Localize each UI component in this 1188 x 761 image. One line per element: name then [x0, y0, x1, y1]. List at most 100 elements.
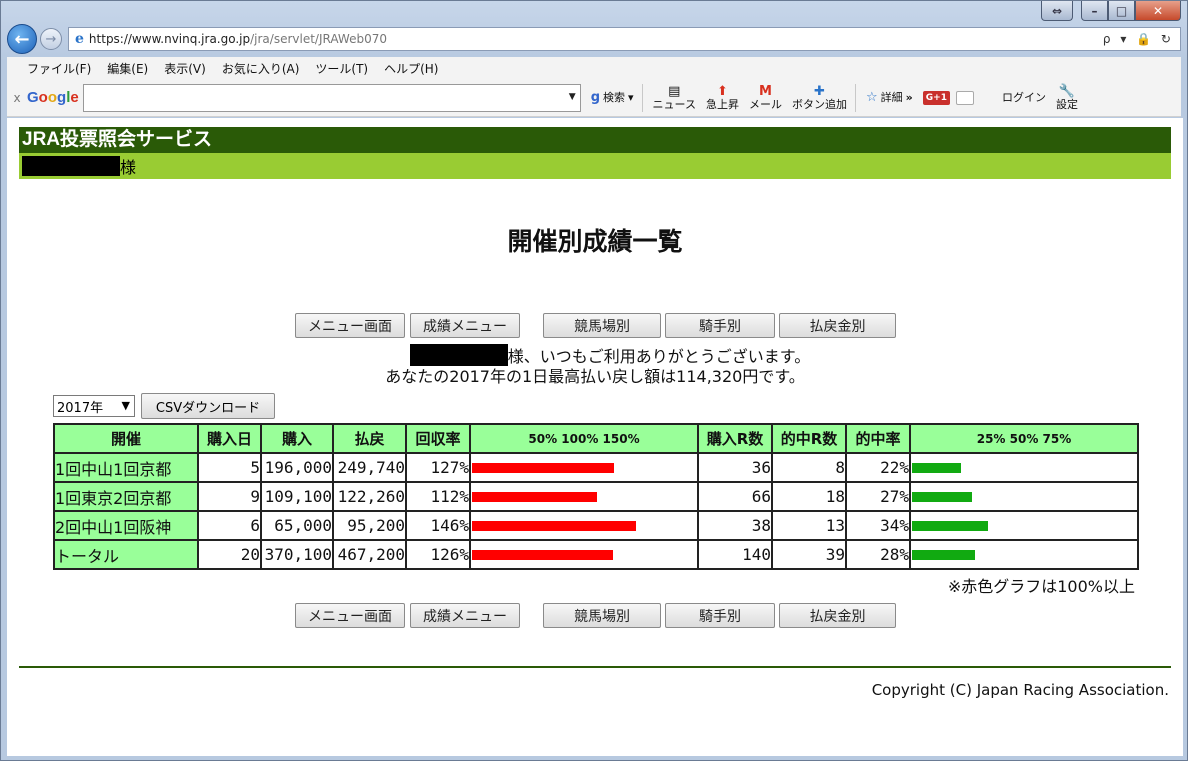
window-controls: ⇔ – □ ✕: [1041, 1, 1181, 21]
settings-button[interactable]: 🔧 設定: [1056, 83, 1078, 111]
col-races: 購入R数: [697, 423, 773, 454]
purchase-cell: 109,100: [260, 481, 334, 512]
chevron-down-icon[interactable]: ▼: [569, 92, 576, 102]
hit-bar-cell: [909, 510, 1139, 541]
gplus-icon: G+1: [922, 90, 950, 105]
by-payout-button[interactable]: 払戻金別: [779, 313, 896, 338]
table-row: 1回中山1回京都 5 196,000 249,740 127% 36 8 22%: [53, 452, 1139, 483]
recovery-bar: [472, 463, 614, 473]
venue-cell: 1回中山1回京都: [53, 452, 199, 483]
menu-tools[interactable]: ツール(T): [315, 60, 368, 77]
by-jockey-button[interactable]: 騎手別: [665, 313, 775, 338]
menu-help[interactable]: ヘルプ(H): [384, 60, 438, 77]
wrench-icon: 🔧: [1058, 83, 1076, 99]
hit-bar: [912, 550, 975, 560]
plus-icon: ✚: [814, 83, 825, 99]
login-link[interactable]: ログイン: [1002, 91, 1046, 104]
resize-icon[interactable]: ⇔: [1041, 1, 1073, 21]
menu-bar: ファイル(F) 編集(E) 表示(V) お気に入り(A) ツール(T) ヘルプ(…: [7, 57, 1181, 79]
minimize-icon[interactable]: –: [1081, 1, 1108, 21]
toolbar-close-icon[interactable]: x: [7, 91, 27, 105]
payout-cell: 122,260: [332, 481, 407, 512]
user-suffix: 様: [120, 158, 137, 177]
rising-button[interactable]: ⬆ 急上昇: [706, 83, 739, 111]
results-table: 開催 購入日 購入 払戻 回収率 50% 100% 150% 購入R数 的中R数…: [53, 423, 1139, 570]
menu-file[interactable]: ファイル(F): [27, 60, 91, 77]
maximize-icon[interactable]: □: [1108, 1, 1135, 21]
hit-rate-cell: 22%: [845, 452, 911, 483]
venue-cell: 2回中山1回阪神: [53, 510, 199, 541]
purchase-cell: 196,000: [260, 452, 334, 483]
col-recovery-graph: 50% 100% 150%: [469, 423, 699, 454]
greeting-message: 様、いつもご利用ありがとうございます。 あなたの2017年の1日最高払い戻し額は…: [7, 344, 1183, 387]
redacted-username: [409, 344, 508, 366]
back-arrow-icon[interactable]: ←: [7, 24, 37, 54]
menu-edit[interactable]: 編集(E): [107, 60, 148, 77]
year-select[interactable]: 2017年 ▼: [53, 395, 135, 417]
browser-window: ⇔ – □ ✕ ← → e https://www.nvinq.jra.go.j…: [0, 0, 1188, 761]
recovery-bar: [472, 521, 636, 531]
hits-cell: 8: [771, 452, 847, 483]
by-racecourse-button[interactable]: 競馬場別: [543, 603, 661, 628]
close-window-icon[interactable]: ✕: [1135, 1, 1181, 21]
greeting-text: 様、いつもご利用ありがとうございます。: [507, 347, 811, 366]
page-title: 開催別成績一覧: [507, 227, 683, 256]
address-bar[interactable]: e https://www.nvinq.jra.go.jp/jra/servle…: [68, 27, 1181, 51]
races-cell: 36: [697, 452, 773, 483]
toolbar-divider: [855, 83, 856, 112]
col-venue: 開催: [53, 423, 199, 454]
search-button[interactable]: g 検索 ▾: [590, 89, 634, 105]
col-hits: 的中R数: [771, 423, 847, 454]
hits-cell: 18: [771, 481, 847, 512]
google-logo: Google: [27, 89, 79, 106]
by-racecourse-button[interactable]: 競馬場別: [543, 313, 661, 338]
address-tools-icons[interactable]: ρ ▾ 🔒 ↻: [1103, 32, 1174, 46]
table-row-total: トータル 20 370,100 467,200 126% 140 39 28%: [53, 539, 1139, 570]
col-recovery: 回収率: [405, 423, 471, 454]
col-hit-rate: 的中率: [845, 423, 911, 454]
google-search-input[interactable]: ▼: [82, 83, 581, 112]
races-cell: 66: [697, 481, 773, 512]
hit-rate-cell: 34%: [845, 510, 911, 541]
recovery-bar-cell: [469, 539, 699, 570]
by-jockey-button[interactable]: 騎手別: [665, 603, 775, 628]
gplus-button[interactable]: G+1: [922, 90, 974, 105]
menu-screen-button[interactable]: メニュー画面: [295, 313, 405, 338]
recovery-bar-cell: [469, 510, 699, 541]
races-cell: 38: [697, 510, 773, 541]
col-payout: 払戻: [332, 423, 407, 454]
by-payout-button[interactable]: 払戻金別: [779, 603, 896, 628]
recovery-cell: 126%: [405, 539, 471, 570]
col-hit-graph: 25% 50% 75%: [909, 423, 1139, 454]
results-menu-button[interactable]: 成績メニュー: [410, 603, 520, 628]
recovery-bar-cell: [469, 481, 699, 512]
google-g-icon: g: [590, 89, 601, 105]
forward-arrow-icon[interactable]: →: [40, 28, 62, 50]
hits-cell: 39: [771, 539, 847, 570]
newspaper-icon: ▤: [668, 83, 681, 99]
payout-cell: 249,740: [332, 452, 407, 483]
mail-button[interactable]: M メール: [749, 83, 782, 111]
toggle-box[interactable]: [955, 90, 974, 105]
gmail-icon: M: [759, 83, 772, 99]
hits-cell: 13: [771, 510, 847, 541]
csv-download-button[interactable]: CSVダウンロード: [141, 393, 275, 419]
hit-rate-cell: 27%: [845, 481, 911, 512]
details-button[interactable]: ☆ 詳細 »: [866, 89, 913, 105]
hit-bar-cell: [909, 481, 1139, 512]
recovery-cell: 112%: [405, 481, 471, 512]
copyright: Copyright (C) Japan Racing Association.: [871, 681, 1169, 699]
add-button-button[interactable]: ✚ ボタン追加: [792, 83, 847, 111]
menu-screen-button[interactable]: メニュー画面: [295, 603, 405, 628]
menu-view[interactable]: 表示(V): [164, 60, 206, 77]
max-payout-text: あなたの2017年の1日最高払い戻し額は114,320円です。: [385, 367, 805, 386]
menu-favorites[interactable]: お気に入り(A): [222, 60, 300, 77]
news-button[interactable]: ▤ ニュース: [653, 83, 696, 111]
hit-bar-cell: [909, 539, 1139, 570]
purchase-cell: 65,000: [260, 510, 334, 541]
recovery-bar: [472, 550, 613, 560]
results-menu-button[interactable]: 成績メニュー: [410, 313, 520, 338]
star-icon: ☆: [866, 89, 878, 105]
col-days: 購入日: [197, 423, 262, 454]
up-arrow-icon: ⬆: [717, 83, 728, 99]
